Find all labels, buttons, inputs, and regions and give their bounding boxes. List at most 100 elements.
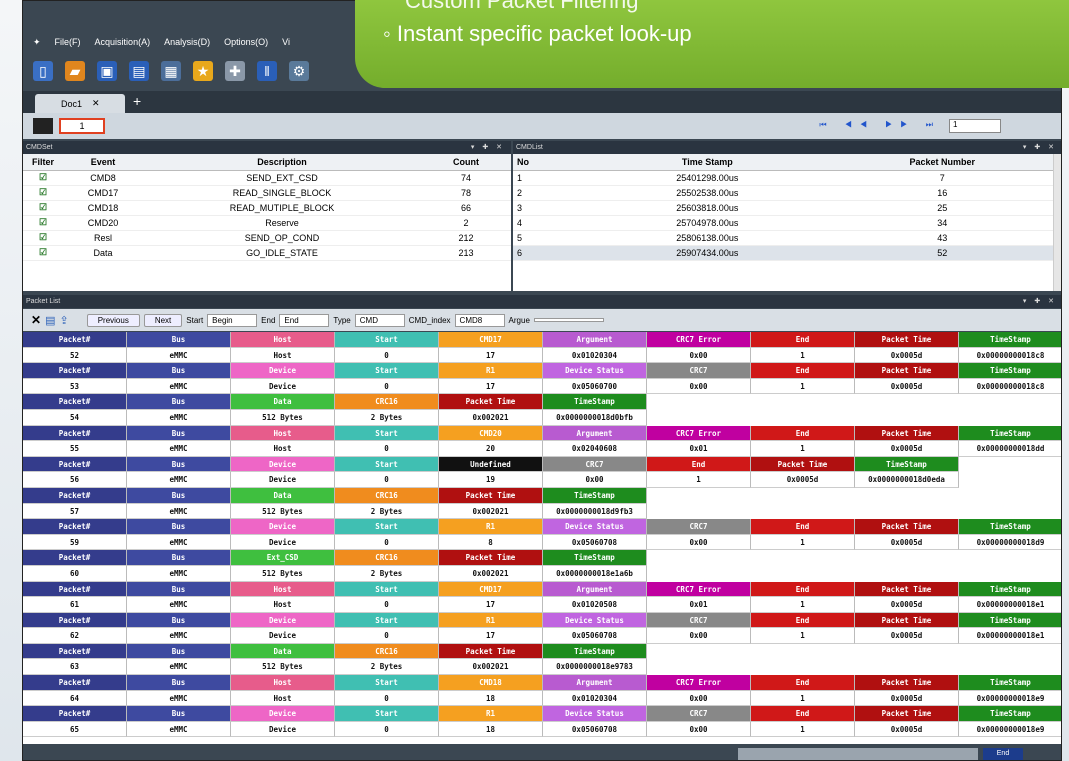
packet-value-row[interactable]: 65 eMMC Device 0 18 0x05060708 0x00 1 0x0005d 0x0…: [23, 721, 1061, 738]
cmd-index-label: CMD_index: [408, 315, 451, 325]
packet-value-row[interactable]: 62 eMMC Device 0 17 0x05060708 0x00 1 0x0005d 0x0…: [23, 628, 1061, 644]
packet-value-row[interactable]: 54 eMMC 512 Bytes 2 Bytes 0x002021 0x00000000…: [23, 409, 1061, 426]
open-folder-icon[interactable]: ▰: [65, 61, 85, 81]
page-nav-icons[interactable]: ⏮ ◀◀ ▶▶ ⏭: [819, 120, 941, 130]
clear-filter-icon[interactable]: ✕: [31, 313, 41, 327]
previous-button[interactable]: Previous: [86, 313, 140, 327]
packet-header-row[interactable]: Packet# Bus Device Start R1 Device Status CRC7…: [23, 363, 1061, 379]
packet-value-row[interactable]: 55 eMMC Host 0 20 0x02040608 0x01 1 0x0005d 0x000…: [23, 441, 1061, 457]
packet-field-value: 0x00000000018c8: [959, 378, 1061, 395]
packet-value-row[interactable]: 56 eMMC Device 0 19 0x00 1 0x0005d 0x0000000018d…: [23, 472, 1061, 488]
packet-header-row[interactable]: Packet# Bus Ext_CSD CRC16 Packet Time TimeSta…: [23, 550, 1061, 566]
table-row[interactable]: 1 25401298.00us 7: [513, 170, 1061, 186]
table-row[interactable]: 6 25907434.00us 52: [513, 245, 1061, 261]
copy-icon[interactable]: ▤: [45, 314, 55, 327]
filter-checkbox[interactable]: ☑: [23, 185, 63, 201]
export-icon[interactable]: ⇪: [59, 314, 68, 327]
tab-doc1[interactable]: Doc1 ✕: [35, 94, 125, 113]
argue-input[interactable]: [533, 318, 604, 322]
packet-value-row[interactable]: 57 eMMC 512 Bytes 2 Bytes 0x002021 0x00000000…: [23, 503, 1061, 520]
print-icon[interactable]: ▤: [129, 61, 149, 81]
panel-controls-icon[interactable]: ▾ ✚ ✕: [1023, 295, 1057, 308]
packet-field-header: CRC7: [647, 612, 751, 629]
table-row[interactable]: 5 25806138.00us 43: [513, 230, 1061, 246]
packet-field-value: 512 Bytes: [231, 659, 335, 676]
disk-icon[interactable]: ▦: [161, 61, 181, 81]
filter-checkbox[interactable]: ☑: [23, 170, 63, 186]
filter-checkbox[interactable]: ☑: [23, 215, 63, 231]
cmdlist-scrollbar[interactable]: [1053, 154, 1061, 291]
table-row[interactable]: ☑ Data GO_IDLE_STATE 213: [23, 245, 511, 261]
table-row[interactable]: 4 25704978.00us 34: [513, 215, 1061, 231]
packet-field-value: Device: [231, 534, 335, 551]
description-cell: Reserve: [143, 215, 421, 231]
packet-header-row[interactable]: Packet# Bus Device Start R1 Device Status CRC7…: [23, 706, 1061, 722]
horizontal-scrollbar[interactable]: [738, 748, 978, 760]
packet-header-row[interactable]: Packet# Bus Data CRC16 Packet Time TimeStamp: [23, 643, 1061, 660]
panel-controls-icon[interactable]: ▾ ✚ ✕: [471, 141, 505, 154]
packet-header-row[interactable]: Packet# Bus Data CRC16 Packet Time TimeStamp: [23, 394, 1061, 410]
packet-field-value: 0: [335, 378, 439, 395]
next-button[interactable]: Next: [143, 313, 183, 327]
menu-analysis[interactable]: Analysis(D): [164, 37, 210, 47]
packet-field-header: TimeStamp: [543, 550, 647, 566]
menu-acquisition[interactable]: Acquisition(A): [95, 37, 151, 47]
table-row[interactable]: ☑ CMD8 SEND_EXT_CSD 74: [23, 170, 511, 186]
settings-icon[interactable]: ✚: [225, 61, 245, 81]
filter-checkbox[interactable]: ☑: [23, 245, 63, 261]
table-row[interactable]: ☑ CMD20 Reserve 2: [23, 215, 511, 231]
packet-header-row[interactable]: Packet# Bus Host Start CMD20 Argument CRC7 Err…: [23, 425, 1061, 442]
packet-field-header: CRC7: [543, 456, 647, 473]
packet-field-value: 61: [23, 597, 127, 613]
packet-value-row[interactable]: 61 eMMC Host 0 17 0x01020508 0x01 1 0x0005d 0x000…: [23, 597, 1061, 613]
tab-label: Doc1: [61, 98, 83, 109]
packet-value-row[interactable]: 60 eMMC 512 Bytes 2 Bytes 0x002021 0x00000000…: [23, 565, 1061, 582]
gear-icon[interactable]: ⚙: [289, 61, 309, 81]
filter-checkbox[interactable]: ☑: [23, 200, 63, 216]
packet-value-row[interactable]: 59 eMMC Device 0 8 0x05060708 0x00 1 0x0005d 0x00…: [23, 534, 1061, 551]
timestamp-cell: 25401298.00us: [593, 170, 822, 186]
packet-field-value: 0: [335, 690, 439, 707]
table-row[interactable]: 2 25502538.00us 16: [513, 185, 1061, 201]
packet-field-header: Start: [335, 363, 439, 379]
goto-packet-input[interactable]: 1: [949, 119, 1001, 133]
save-icon[interactable]: ▣: [97, 61, 117, 81]
packet-header-row[interactable]: Packet# Bus Host Start CMD17 Argument CRC7 Err…: [23, 581, 1061, 598]
menu-file[interactable]: File(F): [55, 37, 81, 47]
packet-field-header: Packet Time: [439, 550, 543, 566]
table-row[interactable]: ☑ CMD17 READ_SINGLE_BLOCK 78: [23, 185, 511, 201]
table-row[interactable]: 3 25603818.00us 25: [513, 200, 1061, 216]
page-number-field[interactable]: 1: [59, 118, 105, 134]
packet-header-row[interactable]: Packet# Bus Device Start Undefined CRC7 End Pac…: [23, 456, 1061, 473]
packet-value-row[interactable]: 53 eMMC Device 0 17 0x05060700 0x00 1 0x0005d 0x0…: [23, 378, 1061, 395]
packet-header-row[interactable]: Packet# Bus Data CRC16 Packet Time TimeStamp: [23, 487, 1061, 504]
packet-header-row[interactable]: Packet# Bus Device Start R1 Device Status CRC7…: [23, 519, 1061, 535]
start-select[interactable]: Begin: [207, 313, 258, 327]
close-icon[interactable]: ✕: [92, 98, 100, 109]
packet-field-value: 17: [439, 378, 543, 395]
end-label: End: [261, 315, 276, 325]
filter-checkbox[interactable]: ☑: [23, 230, 63, 246]
packet-field-header: TimeStamp: [959, 425, 1061, 442]
add-tab-icon[interactable]: +: [133, 93, 141, 109]
menu-options[interactable]: Options(O): [224, 37, 268, 47]
packet-value-row[interactable]: 52 eMMC Host 0 17 0x01020304 0x00 1 0x0005d 0x000…: [23, 347, 1061, 364]
star-icon[interactable]: ★: [193, 61, 213, 81]
menu-view[interactable]: Vi: [282, 37, 290, 47]
new-file-icon[interactable]: ▯: [33, 61, 53, 81]
panel-controls-icon[interactable]: ▾ ✚ ✕: [1023, 141, 1057, 154]
table-row[interactable]: ☑ Resl SEND_OP_COND 212: [23, 230, 511, 246]
packet-header-row[interactable]: Packet# Bus Host Start CMD17 Argument CRC7 Err…: [23, 332, 1061, 348]
timestamp-cell: 25806138.00us: [593, 230, 822, 246]
capture-icon[interactable]: [33, 118, 53, 134]
packet-header-row[interactable]: Packet# Bus Host Start CMD18 Argument CRC7 Err…: [23, 675, 1061, 691]
packet-value-row[interactable]: 64 eMMC Host 0 18 0x01020304 0x00 1 0x0005d 0x000…: [23, 690, 1061, 707]
packet-value-row[interactable]: 63 eMMC 512 Bytes 2 Bytes 0x002021 0x00000000…: [23, 659, 1061, 676]
packet-field-value: 0x00000000018e1: [959, 597, 1061, 613]
cmd-index-select[interactable]: CMD8: [454, 313, 505, 327]
type-select[interactable]: CMD: [354, 313, 405, 327]
end-select[interactable]: End: [279, 313, 330, 327]
filter-icon[interactable]: ǁ: [257, 61, 277, 81]
packet-header-row[interactable]: Packet# Bus Device Start R1 Device Status CRC7…: [23, 612, 1061, 629]
table-row[interactable]: ☑ CMD18 READ_MUTIPLE_BLOCK 66: [23, 200, 511, 216]
